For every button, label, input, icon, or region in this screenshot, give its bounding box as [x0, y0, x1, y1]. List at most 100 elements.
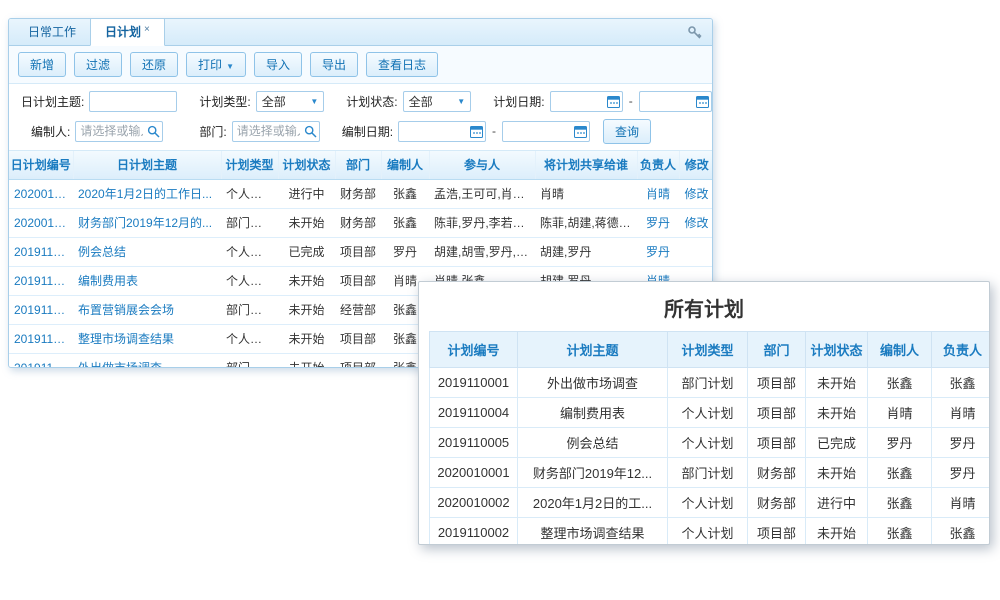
table-row[interactable]: 2019110005例会总结个人计划已完成项目部罗丹胡建,胡雪,罗丹,任晓...…: [9, 237, 713, 266]
type-select-value: 全部: [262, 93, 286, 110]
cell: 部门计划: [668, 368, 748, 398]
cell: 整理市场调查结果: [518, 518, 668, 546]
caret-down-icon: ▼: [310, 97, 318, 106]
tab-daily-work[interactable]: 日常工作: [14, 18, 90, 45]
close-icon[interactable]: ×: [144, 24, 150, 35]
cell-link[interactable]: 2020010001: [9, 208, 73, 237]
cell: 个人计划: [668, 428, 748, 458]
column-header: 计划类型: [668, 332, 748, 368]
calendar-icon[interactable]: [470, 125, 483, 141]
cell: 项目部: [748, 398, 806, 428]
key-icon[interactable]: [687, 25, 703, 41]
cell: 部门计划: [668, 458, 748, 488]
cell: 财务部: [748, 488, 806, 518]
compile-date-label: 编制日期:: [342, 123, 393, 140]
cell: 未开始: [806, 368, 868, 398]
cell-link[interactable]: 2019110002: [9, 324, 73, 353]
export-button[interactable]: 导出: [310, 52, 358, 77]
cell: 项目部: [335, 237, 381, 266]
cell-link[interactable]: 2019110001: [9, 353, 73, 368]
cell: 部门计划: [221, 208, 278, 237]
cell-link[interactable]: 2019110004: [9, 266, 73, 295]
type-label: 计划类型:: [199, 93, 250, 110]
cell-link[interactable]: 整理市场调查结果: [73, 324, 221, 353]
cell: 财务部: [335, 208, 381, 237]
cell-link[interactable]: 修改: [679, 208, 713, 237]
status-select[interactable]: 全部 ▼: [403, 91, 472, 112]
cell: 个人计划: [668, 518, 748, 546]
column-header: 计划类型: [221, 151, 278, 179]
cell: 个人计划: [668, 488, 748, 518]
cell: 个人计划: [221, 237, 278, 266]
add-button[interactable]: 新增: [18, 52, 66, 77]
cell: 未开始: [278, 353, 335, 368]
filter-row-1: 日计划主题: 计划类型: 全部 ▼ 计划状态: 全部 ▼ 计划日期:: [9, 86, 712, 116]
calendar-icon[interactable]: [696, 95, 709, 111]
cell: 项目部: [335, 324, 381, 353]
all-plans-table: 计划编号计划主题计划类型部门计划状态编制人负责人2019110001外出做市场调…: [429, 331, 990, 545]
table-row[interactable]: 20200100022020年1月2日的工作日...个人计划进行中财务部张鑫孟浩…: [9, 179, 713, 208]
subject-input[interactable]: [89, 91, 177, 112]
cell: 个人计划: [668, 398, 748, 428]
print-button[interactable]: 打印▼: [186, 52, 246, 77]
cell: 张鑫: [381, 179, 429, 208]
cell-link[interactable]: 修改: [679, 179, 713, 208]
cell: 2019110004: [430, 398, 518, 428]
tab-daily-plan[interactable]: 日计划×: [90, 18, 165, 46]
subject-label: 日计划主题:: [21, 93, 84, 110]
search-button[interactable]: 查询: [603, 119, 651, 144]
compiler-label: 编制人:: [31, 123, 70, 140]
cell-link[interactable]: 布置营销展会会场: [73, 295, 221, 324]
cell: 外出做市场调查: [518, 368, 668, 398]
column-header: 部门: [748, 332, 806, 368]
cell: 张鑫: [868, 518, 932, 546]
cell: 编制费用表: [518, 398, 668, 428]
cell: 张鑫: [932, 368, 991, 398]
table-row: 2019110001外出做市场调查部门计划项目部未开始张鑫张鑫: [430, 368, 991, 398]
cell: [679, 237, 713, 266]
date-separator: -: [629, 94, 633, 108]
table-row: 2019110004编制费用表个人计划项目部未开始肖晴肖晴: [430, 398, 991, 428]
cell-link[interactable]: 2020010002: [9, 179, 73, 208]
calendar-icon[interactable]: [574, 125, 587, 141]
cell: 项目部: [748, 368, 806, 398]
cell-link[interactable]: 编制费用表: [73, 266, 221, 295]
plan-date-label: 计划日期:: [493, 93, 544, 110]
calendar-icon[interactable]: [607, 95, 620, 111]
caret-down-icon: ▼: [457, 97, 465, 106]
filter-panel: 日计划主题: 计划类型: 全部 ▼ 计划状态: 全部 ▼ 计划日期:: [9, 84, 712, 151]
tab-bar: 日常工作 日计划×: [9, 19, 712, 46]
cell: 项目部: [748, 518, 806, 546]
cell: 项目部: [335, 353, 381, 368]
cell: 经营部: [335, 295, 381, 324]
column-header: 日计划主题: [73, 151, 221, 179]
cell: 未开始: [278, 295, 335, 324]
cell-link[interactable]: 例会总结: [73, 237, 221, 266]
cell: 未开始: [278, 208, 335, 237]
cell: 罗丹: [381, 237, 429, 266]
header-row: 计划编号计划主题计划类型部门计划状态编制人负责人: [430, 332, 991, 368]
cell-link[interactable]: 财务部门2019年12月的...: [73, 208, 221, 237]
cell: 个人计划: [221, 179, 278, 208]
cell-link[interactable]: 外出做市场调查: [73, 353, 221, 368]
column-header: 负责人: [932, 332, 991, 368]
table-row[interactable]: 2020010001财务部门2019年12月的...部门计划未开始财务部张鑫陈菲…: [9, 208, 713, 237]
cell-link[interactable]: 2020年1月2日的工作日...: [73, 179, 221, 208]
search-icon[interactable]: [304, 125, 317, 141]
cell: 陈菲,胡建,蒋德帧...: [535, 208, 637, 237]
search-icon[interactable]: [147, 125, 160, 141]
cell: 胡建,胡雪,罗丹,任晓...: [429, 237, 535, 266]
restore-button[interactable]: 还原: [130, 52, 178, 77]
view-log-button[interactable]: 查看日志: [366, 52, 438, 77]
cell-link[interactable]: 2019110003: [9, 295, 73, 324]
cell: 2019110002: [430, 518, 518, 546]
cell-link[interactable]: 2019110005: [9, 237, 73, 266]
filter-button[interactable]: 过滤: [74, 52, 122, 77]
screen: 日常工作 日计划× 新增 过滤 还原 打印▼ 导入 导出 查看日志 日计划主: [0, 0, 1000, 600]
cell: 肖晴: [932, 398, 991, 428]
import-button[interactable]: 导入: [254, 52, 302, 77]
dept-picker: [232, 121, 320, 142]
cell: 2020010001: [430, 458, 518, 488]
all-plans-title: 所有计划: [429, 293, 979, 322]
type-select[interactable]: 全部 ▼: [256, 91, 325, 112]
